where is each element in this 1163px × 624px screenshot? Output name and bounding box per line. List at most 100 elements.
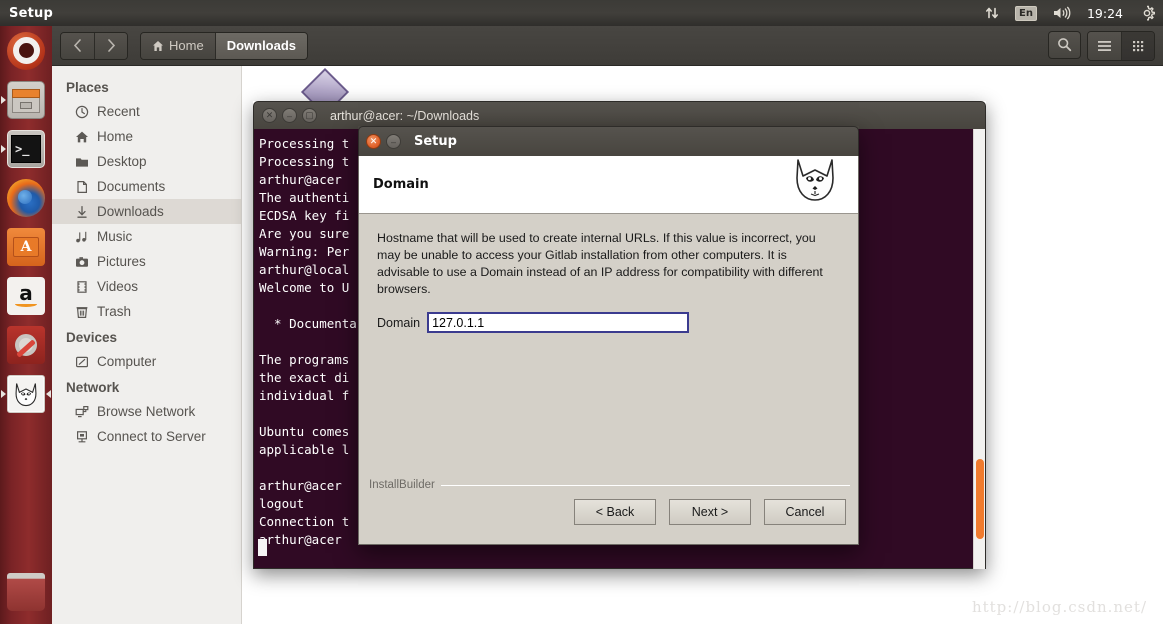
- server-icon: [74, 429, 89, 444]
- sidebar-item-computer-label: Computer: [97, 354, 157, 369]
- launcher-item-terminal[interactable]: >_: [0, 124, 52, 173]
- clock-label[interactable]: 19:24: [1079, 0, 1131, 26]
- launcher-item-setup-installer[interactable]: [0, 369, 52, 418]
- sidebar-item-trash-label: Trash: [97, 304, 132, 319]
- chevron-left-icon: [73, 39, 81, 52]
- film-icon: [74, 279, 89, 294]
- launcher-item-amazon[interactable]: a: [0, 271, 52, 320]
- launcher-item-files[interactable]: [0, 75, 52, 124]
- sidebar-item-downloads[interactable]: Downloads: [52, 199, 241, 224]
- trash-icon: [74, 304, 89, 319]
- music-icon: [74, 229, 89, 244]
- sidebar-item-pictures[interactable]: Pictures: [52, 249, 241, 274]
- system-settings-icon: [7, 325, 45, 364]
- breadcrumb-home-label: Home: [169, 38, 204, 53]
- sidebar-heading-network: Network: [66, 380, 120, 395]
- sidebar-item-home-label: Home: [97, 129, 134, 144]
- view-tool-group: [1087, 30, 1155, 61]
- language-indicator[interactable]: En: [1007, 0, 1045, 26]
- software-center-icon: A: [7, 227, 45, 266]
- view-grid-button[interactable]: [1121, 31, 1154, 60]
- setup-title-label: Setup: [414, 134, 457, 149]
- volume-icon[interactable]: [1045, 0, 1079, 26]
- search-icon: [1058, 38, 1072, 52]
- sidebar-item-videos[interactable]: Videos: [52, 274, 241, 299]
- breadcrumb: Home Downloads: [140, 31, 309, 60]
- sidebar-item-videos-label: Videos: [97, 279, 139, 294]
- sidebar-heading-places: Places: [66, 80, 109, 95]
- nav-button-group: [60, 31, 128, 60]
- launcher-item-ubuntu-dash[interactable]: [0, 26, 52, 75]
- setup-footer: InstallBuilder < Back Next > Cancel: [359, 479, 858, 544]
- setup-title-bar[interactable]: ✕ – Setup: [358, 126, 859, 156]
- file-manager-tool-buttons: [1048, 30, 1155, 61]
- installbuilder-label: InstallBuilder: [369, 479, 435, 491]
- sidebar-item-recent[interactable]: Recent: [52, 99, 241, 124]
- launcher-item-trash[interactable]: [0, 567, 52, 616]
- launcher-item-firefox[interactable]: [0, 173, 52, 222]
- terminal-title-bar[interactable]: ✕ – ▢ arthur@acer: ~/Downloads: [253, 101, 986, 129]
- panel-app-title[interactable]: Setup: [9, 6, 53, 21]
- setup-description: Hostname that will be used to create int…: [377, 231, 823, 296]
- installbuilder-brand: InstallBuilder: [369, 479, 850, 491]
- files-icon: [7, 80, 45, 119]
- focused-indicator-right: [46, 389, 51, 398]
- setup-banner: Domain: [359, 156, 858, 214]
- setup-dialog-body: Domain Hostname that will be used to cre…: [358, 156, 859, 545]
- back-nav-button[interactable]: [61, 32, 94, 59]
- camera-icon: [74, 254, 89, 269]
- next-button[interactable]: Next >: [669, 499, 751, 525]
- setup-close-icon[interactable]: ✕: [366, 134, 381, 149]
- domain-field-label: Domain: [377, 315, 421, 330]
- terminal-scrollbar[interactable]: [973, 129, 985, 569]
- forward-nav-button[interactable]: [94, 32, 127, 59]
- setup-dialog: ✕ – Setup Domain Hostname that will be u…: [358, 126, 859, 545]
- network-updown-icon[interactable]: [977, 0, 1007, 26]
- hamburger-menu-icon: [1098, 40, 1111, 51]
- computer-icon: [74, 354, 89, 369]
- launcher-item-system-settings[interactable]: [0, 320, 52, 369]
- terminal-close-icon[interactable]: ✕: [262, 108, 277, 123]
- domain-input[interactable]: [427, 312, 690, 333]
- language-indicator-label: En: [1015, 5, 1037, 21]
- sidebar-item-music[interactable]: Music: [52, 224, 241, 249]
- breadcrumb-downloads[interactable]: Downloads: [214, 32, 308, 59]
- file-manager-sidebar: Places Recent Home Desktop Documents Dow…: [52, 66, 242, 624]
- sidebar-item-documents[interactable]: Documents: [52, 174, 241, 199]
- home-icon: [153, 40, 163, 51]
- sidebar-item-home[interactable]: Home: [52, 124, 241, 149]
- setup-button-bar: < Back Next > Cancel: [574, 499, 846, 525]
- sidebar-item-browse-network[interactable]: Browse Network: [52, 399, 241, 424]
- terminal-icon: >_: [7, 129, 45, 168]
- sidebar-item-downloads-label: Downloads: [97, 204, 164, 219]
- search-button[interactable]: [1048, 30, 1081, 59]
- file-manager-toolbar: Home Downloads: [52, 26, 1163, 66]
- breadcrumb-downloads-label: Downloads: [226, 38, 297, 53]
- sidebar-item-trash[interactable]: Trash: [52, 299, 241, 324]
- sidebar-item-documents-label: Documents: [97, 179, 166, 194]
- sidebar-item-connect-to-server-label: Connect to Server: [97, 429, 206, 444]
- back-button[interactable]: < Back: [574, 499, 656, 525]
- unity-launcher: >_ A a: [0, 26, 52, 624]
- sidebar-item-connect-to-server[interactable]: Connect to Server: [52, 424, 241, 449]
- network-icon: [74, 404, 89, 419]
- terminal-title-label: arthur@acer: ~/Downloads: [330, 108, 480, 123]
- launcher-item-software-center[interactable]: A: [0, 222, 52, 271]
- wolf-head-icon: [786, 150, 844, 208]
- terminal-scrollbar-thumb[interactable]: [976, 459, 984, 539]
- setup-main-area: Hostname that will be used to create int…: [359, 214, 858, 333]
- terminal-minimize-icon[interactable]: –: [282, 108, 297, 123]
- running-indicator-left: [1, 389, 6, 398]
- sidebar-item-computer[interactable]: Computer: [52, 349, 241, 374]
- running-indicator-left: [1, 95, 6, 104]
- terminal-maximize-icon[interactable]: ▢: [302, 108, 317, 123]
- gear-icon[interactable]: [1131, 0, 1163, 26]
- sidebar-item-desktop[interactable]: Desktop: [52, 149, 241, 174]
- folder-icon: [74, 154, 89, 169]
- breadcrumb-home[interactable]: Home: [141, 32, 215, 59]
- ubuntu-logo-icon: [7, 31, 45, 70]
- setup-minimize-icon[interactable]: –: [386, 134, 401, 149]
- home-icon: [74, 129, 89, 144]
- cancel-button[interactable]: Cancel: [764, 499, 846, 525]
- menu-button[interactable]: [1088, 31, 1121, 60]
